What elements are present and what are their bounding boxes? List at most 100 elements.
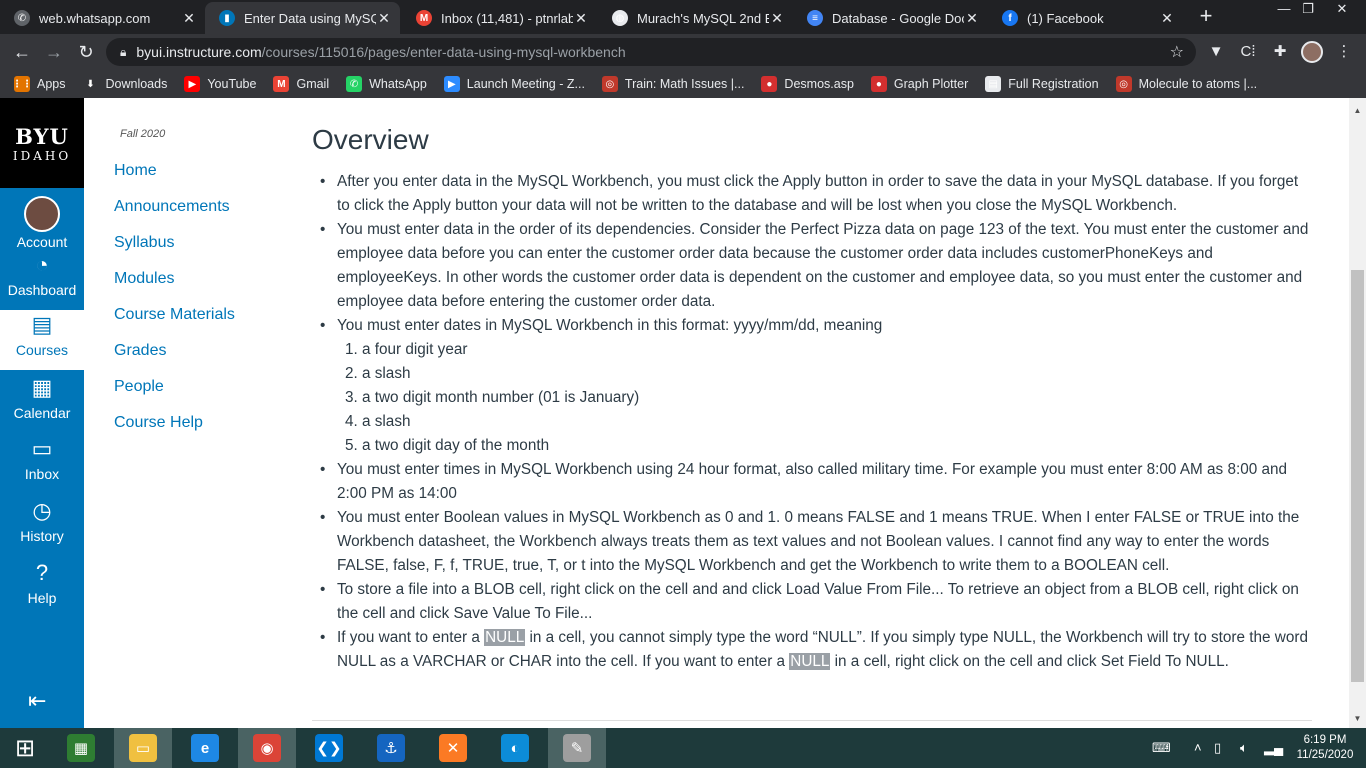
page-title: Overview: [312, 124, 429, 155]
power-icon[interactable]: ▯: [1214, 740, 1221, 756]
close-tab-icon[interactable]: ✕: [181, 10, 197, 27]
global-nav-label: Calendar: [13, 405, 71, 421]
tab-title: Murach's MySQL 2nd Ed: [637, 10, 769, 26]
profile-avatar[interactable]: [1301, 41, 1323, 63]
global-nav-help[interactable]: ? Help: [0, 558, 84, 618]
global-nav-dashboard[interactable]: ◔ Dashboard: [0, 250, 84, 310]
overview-list: After you enter data in the MySQL Workbe…: [320, 170, 1312, 674]
menu-kebab-icon[interactable]: ⋮: [1334, 42, 1354, 62]
browser-toolbar: ← → ↻ 🔒︎ byui.instructure.com/courses/11…: [0, 34, 1366, 70]
vpn-extension-icon[interactable]: ▼: [1206, 42, 1226, 62]
bookmark-item[interactable]: ⋮⋮ Apps: [12, 76, 66, 92]
vscode-icon: ❮❯: [315, 734, 343, 762]
course-nav-home[interactable]: Home: [114, 162, 157, 180]
youtube-icon: ▶: [184, 76, 201, 92]
collapse-nav-icon[interactable]: ⇤: [28, 690, 56, 712]
taskbar-app[interactable]: ▦: [52, 728, 110, 768]
byu-idaho-logo[interactable]: BYU IDAHO: [0, 98, 84, 188]
taskbar-app[interactable]: ✎: [548, 728, 606, 768]
list-item: After you enter data in the MySQL Workbe…: [320, 170, 1312, 218]
browser-tab[interactable]: f (1) Facebook ✕: [988, 2, 1183, 34]
browser-tab[interactable]: ≡ Database - Google Docs ✕: [793, 2, 988, 34]
taskbar-app[interactable]: ◐: [486, 728, 544, 768]
list-item: If you want to enter a NULL in a cell, y…: [320, 626, 1312, 674]
page-scrollbar[interactable]: ▲ ▼: [1349, 98, 1366, 728]
bookmark-item[interactable]: M Gmail: [273, 76, 329, 92]
taskbar-app[interactable]: ✕: [424, 728, 482, 768]
keyboard-icon[interactable]: ⌨: [1152, 740, 1171, 756]
taskbar-app[interactable]: ⚓: [362, 728, 420, 768]
reload-button[interactable]: ↻: [75, 41, 97, 63]
scroll-thumb[interactable]: [1351, 270, 1364, 682]
taskbar-app[interactable]: e: [176, 728, 234, 768]
browser-tab[interactable]: M Inbox (11,481) - ptnrlab@✕: [402, 2, 597, 34]
global-nav-calendar[interactable]: ▦ Calendar: [0, 373, 84, 433]
course-nav-syllabus[interactable]: Syllabus: [114, 234, 174, 252]
gmail-icon: M: [416, 10, 432, 26]
taskbar-app[interactable]: ▭: [114, 728, 172, 768]
close-tab-icon[interactable]: ✕: [769, 10, 785, 27]
download-icon: ⬇: [82, 76, 99, 92]
bookmark-label: Train: Math Issues |...: [624, 77, 745, 91]
cite-extension-icon[interactable]: C⁞: [1238, 42, 1258, 62]
close-tab-icon[interactable]: ✕: [964, 10, 980, 27]
browser-tab[interactable]: ◍ Murach's MySQL 2nd Ed ✕: [598, 2, 793, 34]
scroll-up-icon[interactable]: ▲: [1353, 106, 1362, 115]
close-tab-icon[interactable]: ✕: [1159, 10, 1175, 27]
gmail-icon: M: [273, 76, 290, 92]
global-nav-courses[interactable]: ▤ Courses: [0, 310, 84, 370]
close-tab-icon[interactable]: ✕: [573, 10, 589, 27]
bookmark-item[interactable]: ⬇ Downloads: [82, 76, 167, 92]
global-nav-inbox[interactable]: ▭ Inbox: [0, 434, 84, 494]
course-nav-grades[interactable]: Grades: [114, 342, 166, 360]
system-clock[interactable]: 6:19 PM 11/25/2020: [1290, 733, 1360, 763]
date-step: 5. a two digit day of the month: [345, 437, 550, 454]
course-nav-announcements[interactable]: Announcements: [114, 198, 230, 216]
bookmark-item[interactable]: ✆ WhatsApp: [346, 76, 427, 92]
course-nav-modules[interactable]: Modules: [114, 270, 174, 288]
close-tab-icon[interactable]: ✕: [376, 10, 392, 27]
browser-tab[interactable]: ✆ web.whatsapp.com ✕: [0, 2, 205, 34]
bookmark-item[interactable]: ◎ Train: Math Issues |...: [601, 76, 745, 92]
bookmark-item[interactable]: ● Desmos.asp: [761, 76, 854, 92]
global-nav-history[interactable]: ◷ History: [0, 496, 84, 556]
new-tab-button[interactable]: +: [1196, 5, 1216, 27]
date-format-steps: 1. a four digit year 2. a slash 3. a two…: [337, 338, 1312, 458]
bookmark-label: Apps: [37, 77, 66, 91]
scroll-down-icon[interactable]: ▼: [1353, 714, 1362, 723]
taskbar-app[interactable]: ⊞: [0, 728, 50, 768]
course-nav-course-materials[interactable]: Course Materials: [114, 306, 235, 324]
clock-date: 11/25/2020: [1296, 749, 1354, 761]
extensions-puzzle-icon[interactable]: ✚: [1270, 42, 1290, 62]
taskbar-app[interactable]: ◉: [238, 728, 296, 768]
global-nav-label: Dashboard: [7, 282, 77, 298]
lock-icon: 🔒︎: [120, 44, 127, 59]
bookmark-star-icon[interactable]: ☆: [1170, 42, 1184, 62]
address-bar[interactable]: 🔒︎ byui.instructure.com/courses/115016/p…: [106, 38, 1196, 66]
null-highlight: NULL: [484, 629, 526, 646]
bookmark-item[interactable]: ◎ Molecule to atoms |...: [1115, 76, 1257, 92]
bookmark-label: WhatsApp: [369, 77, 427, 91]
global-nav-account[interactable]: Account: [0, 190, 84, 250]
tab-title: web.whatsapp.com: [39, 10, 151, 26]
forward-button[interactable]: →: [43, 41, 65, 63]
course-nav-course-help[interactable]: Course Help: [114, 414, 203, 432]
bookmark-item[interactable]: ▶ YouTube: [184, 76, 256, 92]
xampp-icon: ✕: [439, 734, 467, 762]
chrome-icon: ◉: [253, 734, 281, 762]
back-button[interactable]: ←: [11, 41, 33, 63]
bookmark-item[interactable]: ● Graph Plotter: [870, 76, 968, 92]
tray-chevron-icon[interactable]: ˄: [1194, 740, 1202, 755]
tab-title: Enter Data using MySQL: [244, 10, 376, 26]
taskbar-app[interactable]: ❮❯: [300, 728, 358, 768]
date-step: 1. a four digit year: [345, 341, 468, 358]
volume-icon[interactable]: 🔈︎: [1240, 740, 1248, 756]
course-nav-people[interactable]: People: [114, 378, 164, 396]
browser-tab[interactable]: ▮ Enter Data using MySQL ✕: [205, 2, 400, 34]
globe-icon: ◍: [612, 10, 628, 26]
network-icon[interactable]: ▂▄: [1264, 740, 1283, 756]
close-window-button[interactable]: ✕: [1326, 0, 1358, 20]
bookmark-item[interactable]: ▶ Launch Meeting - Z...: [443, 76, 585, 92]
restore-button[interactable]: ❐: [1292, 0, 1324, 20]
bookmark-item[interactable]: ▤ Full Registration: [985, 76, 1099, 92]
